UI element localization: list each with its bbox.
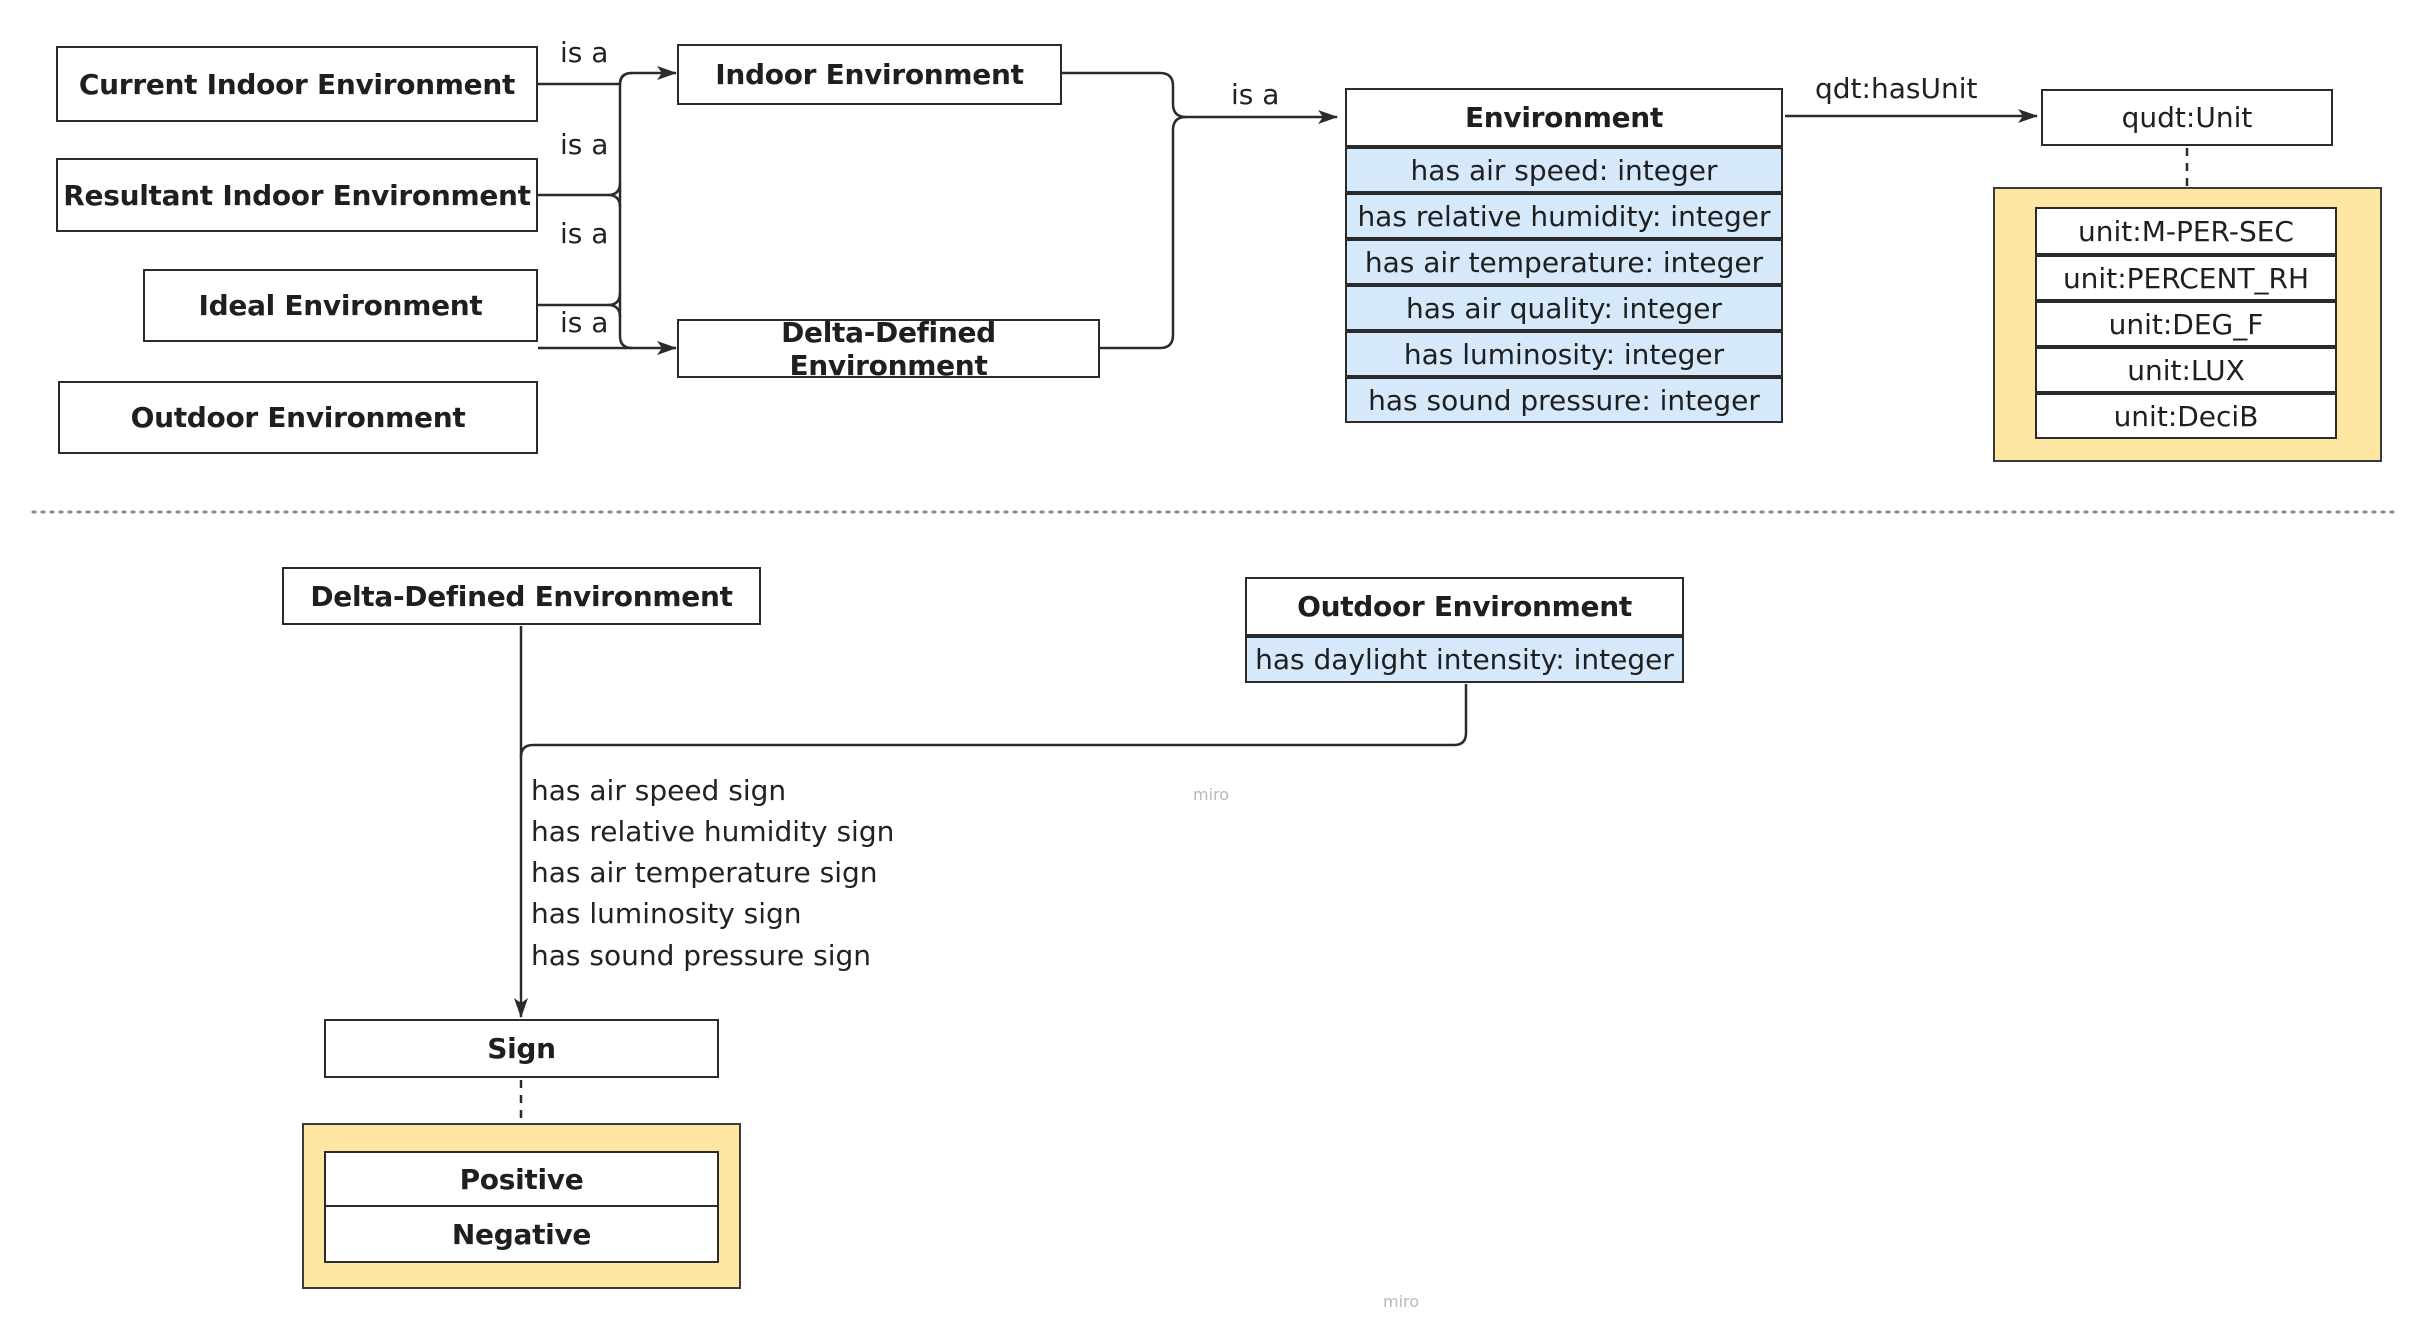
isa-label: is a [560, 217, 609, 250]
unit-text: unit:M-PER-SEC [2078, 214, 2294, 248]
attribute-text: has luminosity: integer [1403, 337, 1725, 371]
unit-text: unit:DEG_F [2108, 307, 2264, 341]
sign-property-label: has sound pressure sign [531, 939, 872, 972]
miro-watermark: miro [1193, 785, 1230, 804]
unit-instance[interactable]: unit:LUX [2035, 345, 2337, 393]
edge-ideal [538, 292, 622, 307]
unit-text: unit:DeciB [2113, 399, 2259, 433]
class-label: Outdoor Environment [130, 401, 466, 434]
attribute-text: has air speed: integer [1410, 153, 1718, 187]
attribute-row[interactable]: has relative humidity: integer [1345, 191, 1783, 239]
edge-to-indoor [618, 66, 677, 85]
class-environment[interactable]: Environment [1345, 88, 1783, 147]
edge-resultant [538, 182, 622, 197]
class-current-indoor-environment[interactable]: Current Indoor Environment [56, 46, 538, 122]
unit-instance[interactable]: unit:DeciB [2035, 391, 2337, 439]
sign-property-label: has relative humidity sign [531, 815, 895, 848]
class-label: Resultant Indoor Environment [63, 178, 531, 212]
attribute-row[interactable]: has daylight intensity: integer [1245, 634, 1684, 683]
instance-label: Positive [459, 1162, 584, 1196]
edge-outdoor-to-sign [519, 684, 1468, 758]
class-qudt-unit[interactable]: qudt:Unit [2041, 89, 2333, 146]
class-outdoor-environment[interactable]: Outdoor Environment [58, 381, 538, 454]
class-title: Outdoor Environment [1297, 590, 1632, 623]
attribute-text: has relative humidity: integer [1357, 199, 1771, 233]
sign-instance-positive[interactable]: Positive [324, 1151, 719, 1207]
class-label: Delta-Defined Environment [781, 315, 996, 382]
class-label: Current Indoor Environment [78, 67, 516, 101]
class-label: Sign [487, 1032, 556, 1065]
attribute-text: has air temperature: integer [1364, 245, 1764, 279]
class-sign[interactable]: Sign [324, 1019, 719, 1078]
attribute-text: has daylight intensity: integer [1255, 643, 1674, 676]
attribute-text: has sound pressure: integer [1368, 383, 1760, 417]
edge-resultant-down [607, 193, 622, 208]
class-delta-defined-environment-bottom[interactable]: Delta-Defined Environment [282, 567, 761, 625]
class-indoor-environment[interactable]: Indoor Environment [677, 44, 1062, 105]
unit-text: unit:PERCENT_RH [2062, 261, 2310, 295]
unit-instance[interactable]: unit:DEG_F [2035, 299, 2337, 347]
isa-label: is a [1231, 78, 1280, 111]
class-label: Ideal Environment [198, 289, 483, 322]
class-label: Indoor Environment [715, 58, 1024, 91]
sign-instance-negative[interactable]: Negative [324, 1205, 719, 1263]
miro-watermark: miro [1383, 1292, 1420, 1311]
isa-label: is a [560, 36, 609, 69]
sign-property-label: has air speed sign [531, 774, 787, 807]
edge-ideal-down [607, 303, 622, 318]
attribute-row[interactable]: has sound pressure: integer [1345, 375, 1783, 423]
attribute-text: has air quality: integer [1405, 291, 1723, 325]
class-ideal-environment[interactable]: Ideal Environment [143, 269, 538, 342]
class-title: Environment [1464, 101, 1664, 134]
class-label: Delta-Defined Environment [310, 579, 733, 613]
class-label: qudt:Unit [2121, 101, 2253, 134]
isa-label: is a [560, 306, 609, 339]
edge-indoor-to-env [1062, 71, 1187, 119]
sign-property-label: has air temperature sign [531, 856, 878, 889]
class-resultant-indoor-environment[interactable]: Resultant Indoor Environment [56, 158, 538, 232]
class-outdoor-environment-bottom[interactable]: Outdoor Environment [1245, 577, 1684, 636]
attribute-row[interactable]: has air temperature: integer [1345, 237, 1783, 285]
sign-property-label: has luminosity sign [531, 897, 802, 930]
attribute-row[interactable]: has luminosity: integer [1345, 329, 1783, 377]
edge-delta-to-env [1100, 115, 1187, 350]
attribute-row[interactable]: has air speed: integer [1345, 145, 1783, 193]
attribute-row[interactable]: has air quality: integer [1345, 283, 1783, 331]
isa-label: is a [560, 128, 609, 161]
instance-label: Negative [451, 1217, 592, 1251]
isa-bus [618, 71, 633, 350]
class-delta-defined-environment[interactable]: Delta-Defined Environment [677, 316, 1100, 382]
has-unit-label: qdt:hasUnit [1815, 72, 1978, 105]
unit-text: unit:LUX [2127, 353, 2245, 387]
unit-instance[interactable]: unit:PERCENT_RH [2035, 253, 2337, 301]
unit-instance[interactable]: unit:M-PER-SEC [2035, 207, 2337, 255]
